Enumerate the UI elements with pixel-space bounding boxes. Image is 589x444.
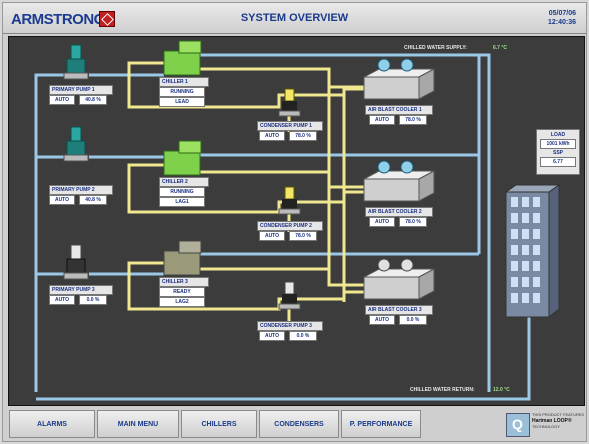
condenser-pump-3-mode[interactable]: AUTO (259, 331, 285, 341)
chiller-1-icon[interactable] (163, 40, 202, 76)
date-text: 05/07/06 (548, 10, 576, 17)
return-label: CHILLED WATER RETURN: (410, 387, 475, 393)
primary-pump-1-pct: 40.8 % (79, 95, 107, 105)
condenser-pump-2-icon[interactable] (278, 186, 301, 215)
primary-pump-3-icon[interactable] (63, 244, 89, 280)
load-panel: LOAD 1001 kWh SSP 6.77 (536, 129, 580, 175)
footer-bar: ALARMS MAIN MENU CHILLERS CONDENSERS P. … (3, 408, 586, 441)
cooler-1-pct: 78.0 % (399, 115, 427, 125)
air-blast-cooler-1-icon[interactable] (363, 58, 435, 100)
condenser-pump-1-pct: 78.0 % (289, 131, 317, 141)
cond2-loop-b (199, 170, 364, 189)
air-blast-cooler-3-icon[interactable] (363, 258, 435, 300)
product-text-3: TECHNOLOGY (532, 424, 561, 429)
chiller-2-role: LAG1 (159, 197, 205, 207)
chiller-3-status: READY (159, 287, 205, 297)
chiller-1-role: LEAD (159, 97, 205, 107)
chiller-3-icon[interactable] (163, 240, 202, 276)
supply-value: 6.7 °C (493, 45, 507, 51)
primary-pump-1-mode[interactable]: AUTO (49, 95, 75, 105)
cooler-2-pct: 78.0 % (399, 217, 427, 227)
supply-label: CHILLED WATER SUPPLY: (404, 45, 467, 51)
chiller-2-status: RUNNING (159, 187, 205, 197)
cond1-loop-b (199, 67, 364, 89)
cooler-2-mode[interactable]: AUTO (369, 217, 395, 227)
time-text: 12:40:36 (547, 19, 576, 26)
cooler-2-label: AIR BLAST COOLER 2 (365, 207, 433, 217)
primary-pump-3-label: PRIMARY PUMP 3 (49, 285, 113, 295)
cond3-loop-b (199, 267, 364, 287)
cooler-3-label: AIR BLAST COOLER 3 (365, 305, 433, 315)
condensers-button[interactable]: CONDENSERS (259, 410, 339, 438)
load-value: 1001 kWh (540, 139, 576, 149)
primary-pump-2-mode[interactable]: AUTO (49, 195, 75, 205)
primary-pump-2-icon[interactable] (63, 126, 89, 162)
condenser-pump-3-label: CONDENSER PUMP 3 (257, 321, 323, 331)
primary-pump-3-pct: 0.0 % (79, 295, 107, 305)
header-bar: ARMSTRONG SYSTEM OVERVIEW 05/07/06 12:40… (3, 3, 586, 34)
ssp-label: SSP (552, 150, 563, 156)
chiller-3-role: LAG2 (159, 297, 205, 307)
building-icon (504, 184, 561, 319)
condenser-pump-3-icon[interactable] (278, 281, 301, 310)
cooler-1-mode[interactable]: AUTO (369, 115, 395, 125)
cooler-1-label: AIR BLAST COOLER 1 (365, 105, 433, 115)
alarms-button[interactable]: ALARMS (9, 410, 95, 438)
condenser-pump-2-pct: 78.0 % (289, 231, 317, 241)
chiller-3-label: CHILLER 3 (159, 277, 209, 287)
main-menu-button[interactable]: MAIN MENU (97, 410, 179, 438)
condenser-pump-1-mode[interactable]: AUTO (259, 131, 285, 141)
primary-pump-1-label: PRIMARY PUMP 1 (49, 85, 113, 95)
air-blast-cooler-2-icon[interactable] (363, 160, 435, 202)
chiller-1-label: CHILLER 1 (159, 77, 209, 87)
datetime-display: 05/07/06 12:40:36 (548, 9, 576, 27)
system-diagram: CHILLED WATER SUPPLY: 6.7 °C CHILLED WAT… (8, 36, 585, 406)
chiller-2-icon[interactable] (163, 140, 202, 176)
primary-pump-2-label: PRIMARY PUMP 2 (49, 185, 113, 195)
app-window: ARMSTRONG SYSTEM OVERVIEW 05/07/06 12:40… (2, 2, 587, 442)
condenser-pump-3-pct: 0.0 % (289, 331, 317, 341)
condenser-pump-1-label: CONDENSER PUMP 1 (257, 121, 323, 131)
primary-pump-2-pct: 40.8 % (79, 195, 107, 205)
condenser-pump-2-mode[interactable]: AUTO (259, 231, 285, 241)
primary-pump-3-mode[interactable]: AUTO (49, 295, 75, 305)
hartman-loop-logo-icon: Q (506, 413, 530, 437)
chiller-1-status: RUNNING (159, 87, 205, 97)
primary-pump-1-icon[interactable] (63, 44, 89, 80)
condenser-pump-1-icon[interactable] (278, 88, 301, 117)
cooler-3-pct: 0.0 % (399, 315, 427, 325)
page-title: SYSTEM OVERVIEW (240, 12, 349, 24)
chiller-2-label: CHILLER 2 (159, 177, 209, 187)
ssp-value: 6.77 (540, 157, 576, 167)
condenser-pump-2-label: CONDENSER PUMP 2 (257, 221, 323, 231)
load-label: LOAD (550, 132, 566, 138)
return-value: 12.0 °C (493, 387, 510, 393)
cooler-3-mode[interactable]: AUTO (369, 315, 395, 325)
performance-button[interactable]: P. PERFORMANCE (341, 410, 421, 438)
hartman-loop-credit: THIS PRODUCT FEATURES Hartman LOOP® TECH… (532, 412, 584, 430)
chilled-return-left-pipe (34, 73, 69, 392)
chillers-button[interactable]: CHILLERS (181, 410, 257, 438)
